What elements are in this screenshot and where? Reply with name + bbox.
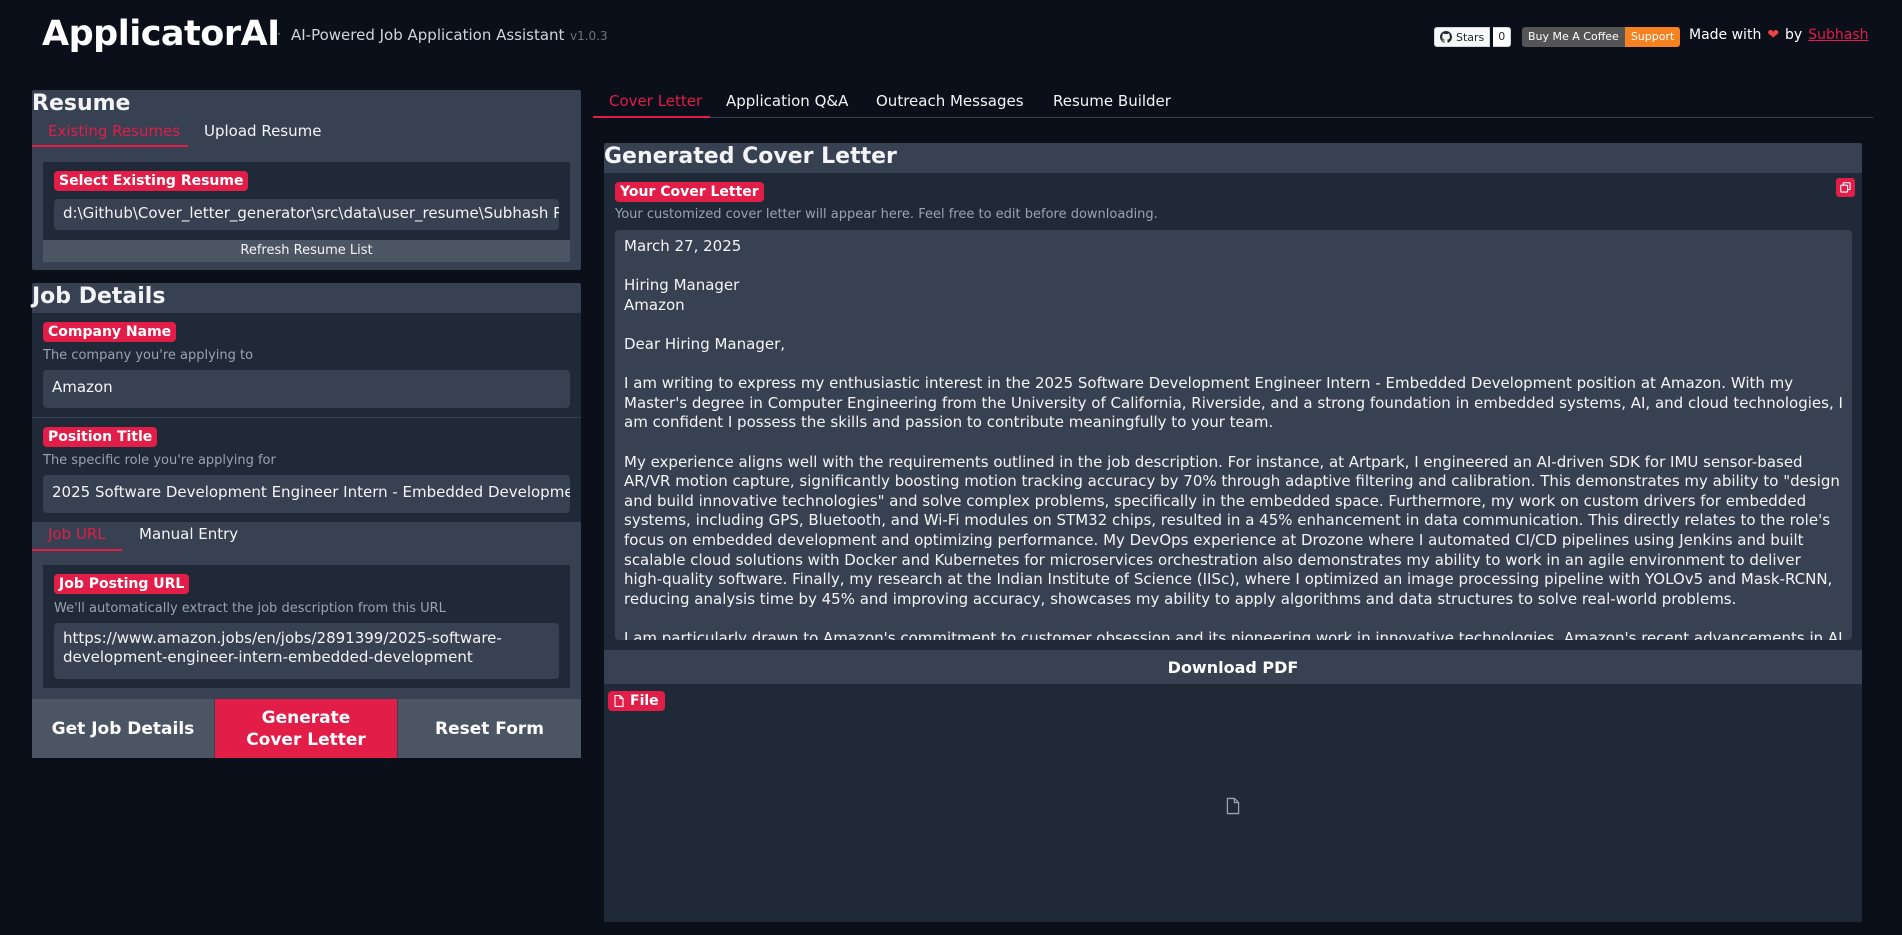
github-stars-badge[interactable]: Stars 0	[1434, 27, 1512, 47]
company-name-label: Company Name	[43, 322, 177, 342]
tab-existing-resumes[interactable]: Existing Resumes	[48, 122, 180, 140]
tab-resume-builder[interactable]: Resume Builder	[1053, 92, 1171, 110]
file-icon	[614, 695, 624, 707]
letter-recipient: Hiring Manager Amazon	[624, 276, 740, 314]
company-name-input[interactable]: Amazon	[43, 370, 570, 408]
buy-me-a-coffee-badge[interactable]: Buy Me A Coffee Support	[1522, 27, 1681, 47]
github-stars-label: Stars	[1456, 30, 1485, 44]
cover-letter-label: Your Cover Letter	[615, 182, 764, 202]
tab-application-qa[interactable]: Application Q&A	[726, 92, 848, 110]
resume-section-title: Resume	[32, 91, 131, 116]
copy-icon	[1840, 182, 1851, 193]
tab-manual-entry[interactable]: Manual Entry	[139, 525, 238, 543]
cover-letter-hint: Your customized cover letter will appear…	[615, 207, 1158, 222]
copy-button[interactable]	[1836, 178, 1855, 197]
file-label: File	[608, 691, 665, 711]
position-title-hint: The specific role you're applying for	[43, 453, 276, 468]
app-title: ApplicatorAI	[42, 14, 280, 54]
tab-upload-resume[interactable]: Upload Resume	[204, 122, 321, 140]
letter-paragraph: My experience aligns well with the requi…	[624, 452, 1840, 608]
coffee-badge-label: Buy Me A Coffee	[1522, 27, 1625, 47]
github-stars-count: 0	[1493, 27, 1512, 47]
made-with-credit: Made with ❤ by Subhash	[1689, 27, 1868, 43]
main-tabs-divider	[710, 117, 1873, 118]
cover-letter-textarea[interactable]: March 27, 2025 Hiring Manager Amazon Dea…	[615, 230, 1852, 640]
tab-job-url[interactable]: Job URL	[48, 525, 106, 543]
reset-form-button[interactable]: Reset Form	[398, 699, 581, 758]
refresh-resume-button[interactable]: Refresh Resume List	[43, 240, 570, 262]
app-tagline: AI-Powered Job Application Assistant	[291, 26, 565, 44]
coffee-badge-action: Support	[1624, 27, 1681, 47]
tab-underline	[593, 116, 710, 118]
job-posting-url-hint: We'll automatically extract the job desc…	[54, 601, 446, 616]
github-icon	[1440, 31, 1452, 43]
get-job-details-button[interactable]: Get Job Details	[32, 699, 214, 758]
generate-cover-letter-button[interactable]: Generate Cover Letter	[215, 699, 397, 758]
heart-icon: ❤	[1767, 27, 1780, 43]
letter-date: March 27, 2025	[624, 237, 742, 255]
author-link[interactable]: Subhash	[1808, 27, 1868, 43]
by-text: by	[1785, 27, 1803, 43]
job-posting-url-label: Job Posting URL	[54, 574, 190, 594]
position-title-input[interactable]: 2025 Software Development Engineer Inter…	[43, 475, 570, 513]
letter-paragraph: I am writing to express my enthusiastic …	[624, 374, 1843, 432]
job-details-section-title: Job Details	[32, 284, 166, 309]
resume-select-dropdown[interactable]: d:\Github\Cover_letter_generator\src\dat…	[54, 199, 559, 230]
tab-outreach-messages[interactable]: Outreach Messages	[876, 92, 1024, 110]
file-icon	[1226, 797, 1240, 815]
company-name-hint: The company you're applying to	[43, 348, 254, 363]
file-label-text: File	[630, 693, 659, 709]
letter-salutation: Dear Hiring Manager,	[624, 334, 786, 353]
cover-letter-section-title: Generated Cover Letter	[604, 144, 897, 169]
tab-cover-letter[interactable]: Cover Letter	[609, 92, 702, 110]
job-posting-url-input[interactable]: https://www.amazon.jobs/en/jobs/2891399/…	[54, 623, 559, 679]
tab-underline	[32, 145, 188, 147]
tab-underline	[32, 549, 122, 551]
title-separator: ·	[277, 27, 281, 41]
position-title-label: Position Title	[43, 427, 158, 447]
select-resume-label: Select Existing Resume	[54, 171, 249, 191]
letter-paragraph: I am particularly drawn to Amazon's comm…	[624, 628, 1843, 640]
download-pdf-button[interactable]: Download PDF	[604, 650, 1862, 684]
file-placeholder	[1226, 797, 1240, 819]
made-with-text: Made with	[1689, 27, 1762, 43]
app-version: v1.0.3	[570, 29, 608, 43]
